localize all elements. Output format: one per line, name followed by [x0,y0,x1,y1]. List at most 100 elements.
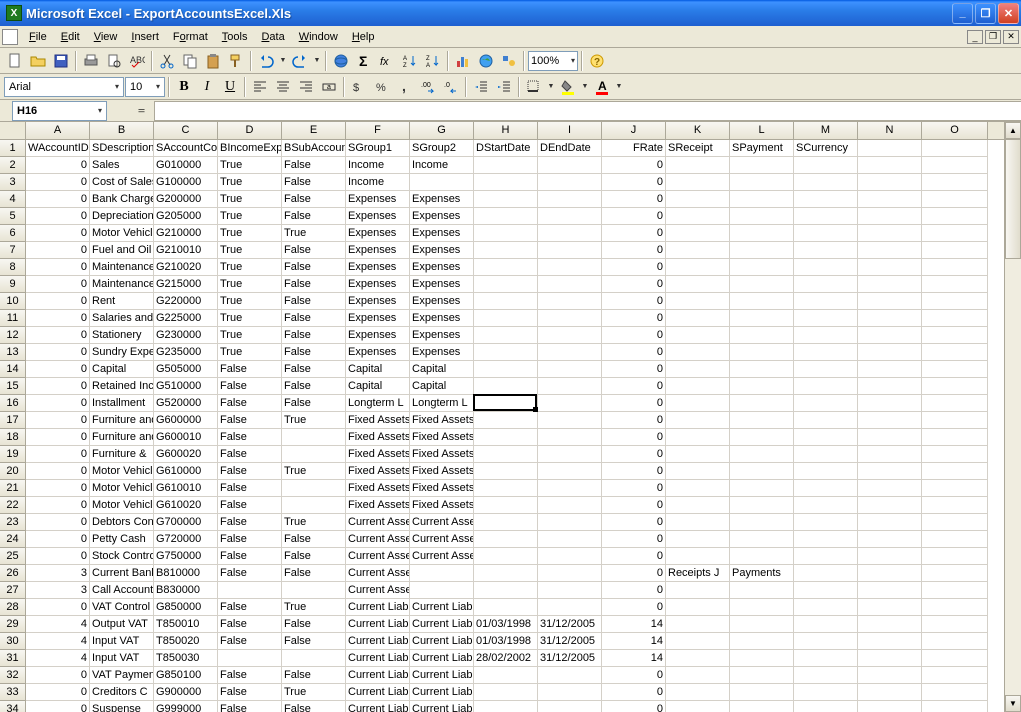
cell[interactable]: 14 [602,616,666,633]
cell[interactable] [858,429,922,446]
cell[interactable] [922,259,988,276]
scroll-down-button[interactable]: ▼ [1005,695,1021,712]
select-all-corner[interactable] [0,122,26,139]
cell[interactable]: B830000 [154,582,218,599]
row-header[interactable]: 28 [0,599,26,616]
cell[interactable]: Capital [346,361,410,378]
cell[interactable]: False [218,412,282,429]
cell[interactable]: False [282,616,346,633]
cell[interactable]: T850020 [154,633,218,650]
row-header[interactable]: 21 [0,480,26,497]
cell[interactable]: Expenses [410,276,474,293]
cell[interactable]: 01/03/1998 [474,633,538,650]
align-right-icon[interactable] [295,76,317,98]
cell[interactable] [730,599,794,616]
cell[interactable] [666,412,730,429]
cell[interactable] [858,395,922,412]
cell[interactable] [538,276,602,293]
cell[interactable] [794,633,858,650]
row-header[interactable]: 6 [0,225,26,242]
cell[interactable] [922,395,988,412]
document-icon[interactable] [2,29,18,45]
cell[interactable]: False [218,684,282,701]
cell[interactable]: Payments [730,565,794,582]
column-header-G[interactable]: G [410,122,474,139]
cell[interactable]: Capital [346,378,410,395]
cell[interactable] [538,701,602,712]
cell[interactable] [282,497,346,514]
cell[interactable]: True [218,191,282,208]
cell[interactable]: Rent [90,293,154,310]
merge-center-icon[interactable]: a [318,76,340,98]
cell[interactable]: False [218,548,282,565]
cell[interactable]: 0 [26,480,90,497]
row-header[interactable]: 11 [0,310,26,327]
cell[interactable]: 0 [26,701,90,712]
row-header[interactable]: 20 [0,463,26,480]
cell[interactable] [922,599,988,616]
formula-bar[interactable] [154,101,1021,121]
cell[interactable]: 31/12/2005 [538,616,602,633]
row-header[interactable]: 34 [0,701,26,712]
cell[interactable]: 0 [602,174,666,191]
cells-area[interactable]: WAccountIDSDescriptionSAccountCodeBIncom… [26,140,988,712]
column-header-J[interactable]: J [602,122,666,139]
cell[interactable]: 0 [602,412,666,429]
cell[interactable] [922,701,988,712]
cell[interactable]: 0 [26,344,90,361]
cell[interactable]: False [282,259,346,276]
cell[interactable] [794,412,858,429]
cell[interactable]: 0 [26,259,90,276]
cell[interactable]: Current Assets [346,514,410,531]
fill-color-dropdown[interactable]: ▼ [580,76,590,98]
cell[interactable] [858,616,922,633]
cell[interactable]: Expenses [410,293,474,310]
cell[interactable]: Current Liab [410,701,474,712]
cell[interactable] [474,378,538,395]
cell[interactable]: 0 [602,446,666,463]
cell[interactable]: 0 [602,480,666,497]
cell[interactable] [794,174,858,191]
cell[interactable]: 0 [602,497,666,514]
cell[interactable] [794,157,858,174]
font-combo[interactable]: Arial [4,77,124,97]
vertical-scrollbar[interactable]: ▲ ▼ [1004,122,1021,712]
cell[interactable] [794,650,858,667]
cell[interactable] [538,667,602,684]
cell[interactable] [794,548,858,565]
cell[interactable] [730,446,794,463]
cell[interactable] [922,514,988,531]
cell[interactable] [474,225,538,242]
cell[interactable]: False [282,276,346,293]
menu-edit[interactable]: Edit [54,29,87,45]
cell[interactable]: Sales [90,157,154,174]
cell[interactable]: False [282,174,346,191]
cell[interactable] [538,412,602,429]
cell[interactable]: False [218,446,282,463]
format-painter-icon[interactable] [225,50,247,72]
row-header[interactable]: 31 [0,650,26,667]
cell[interactable] [794,361,858,378]
cell[interactable] [666,361,730,378]
cell[interactable]: SCurrency [794,140,858,157]
cell[interactable]: Current Liab [346,701,410,712]
cell[interactable]: Expenses [346,191,410,208]
cell[interactable] [538,497,602,514]
cell[interactable]: False [282,327,346,344]
cell[interactable]: 0 [26,599,90,616]
cell[interactable] [922,650,988,667]
cell[interactable]: 0 [602,548,666,565]
cell[interactable]: 0 [26,395,90,412]
cell[interactable] [858,361,922,378]
cell[interactable]: 0 [26,157,90,174]
increase-decimal-icon[interactable]: .00 [417,76,439,98]
cell[interactable]: 0 [602,514,666,531]
cell[interactable] [730,650,794,667]
cell[interactable] [474,259,538,276]
cell[interactable]: 0 [602,599,666,616]
cell[interactable] [858,463,922,480]
comma-icon[interactable]: , [394,76,416,98]
cell[interactable]: Expenses [346,225,410,242]
cell[interactable] [922,208,988,225]
cell[interactable]: 0 [26,667,90,684]
